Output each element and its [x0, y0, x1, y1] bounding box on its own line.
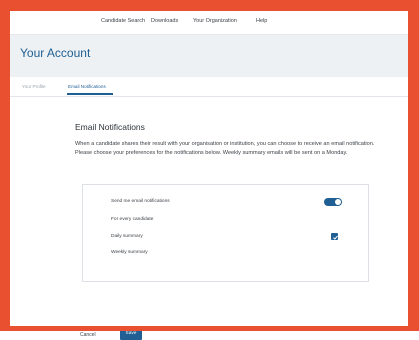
frame-border-bottom: [0, 326, 419, 331]
page-title: Your Account: [20, 46, 91, 60]
page-header: Your Account: [10, 35, 408, 77]
main-content: Email Notifications When a candidate sha…: [10, 97, 408, 340]
option-weekly-summary-checkbox[interactable]: [331, 249, 338, 256]
frame-border-right: [408, 0, 419, 331]
nav-help[interactable]: Help: [256, 18, 267, 24]
account-tabs: Your Profile Email Notifications: [10, 78, 408, 97]
option-daily-summary-checkbox[interactable]: [331, 233, 338, 240]
tab-your-profile[interactable]: Your Profile: [22, 84, 46, 89]
notification-preferences-panel: Send me email notifications For every ca…: [82, 184, 369, 282]
screenshot-frame: Candidate Search Downloads Your Organiza…: [0, 0, 419, 340]
option-every-candidate-checkbox[interactable]: [331, 216, 338, 223]
option-every-candidate-label: For every candidate: [111, 217, 154, 222]
nav-your-organization[interactable]: Your Organization: [193, 18, 237, 24]
tab-email-notifications[interactable]: Email Notifications: [68, 84, 106, 89]
top-navigation: Candidate Search Downloads Your Organiza…: [10, 11, 408, 35]
cancel-button[interactable]: Cancel: [80, 332, 96, 338]
toggle-knob: [335, 199, 341, 205]
checkmark-icon: [333, 235, 338, 240]
active-tab-indicator: [67, 93, 113, 95]
nav-candidate-search[interactable]: Candidate Search: [101, 18, 145, 24]
frame-border-top: [0, 0, 419, 11]
nav-downloads[interactable]: Downloads: [151, 18, 178, 24]
option-daily-summary-label: Daily summary: [111, 234, 143, 239]
section-heading: Email Notifications: [75, 122, 145, 132]
section-description: When a candidate shares their result wit…: [75, 141, 375, 156]
send-notifications-toggle[interactable]: [324, 198, 342, 206]
option-weekly-summary-label: Weekly summary: [111, 250, 148, 255]
send-notifications-label: Send me email notifications: [111, 199, 170, 204]
frame-border-left: [0, 0, 10, 331]
